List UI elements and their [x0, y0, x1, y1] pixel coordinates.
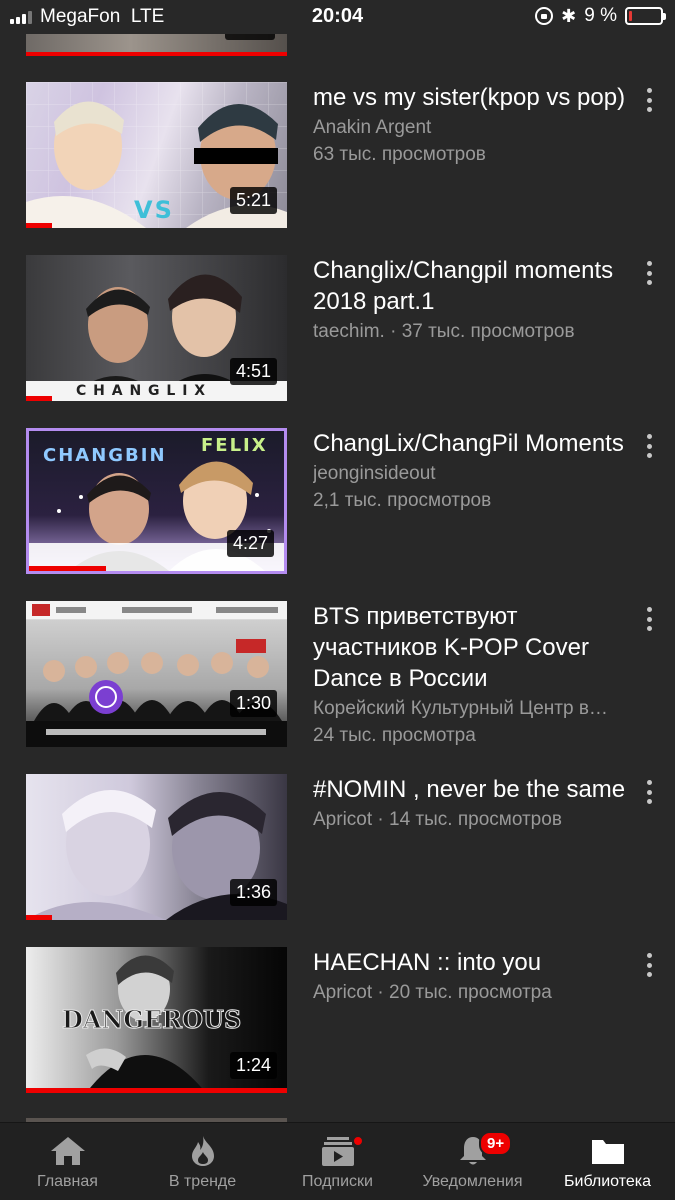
thumbnail-caption-right: FELIX: [201, 435, 268, 456]
video-item[interactable]: 1:30 BTS приветствуют участников K-POP C…: [0, 601, 675, 749]
battery-level: [629, 11, 632, 21]
video-thumbnail[interactable]: 1:36: [26, 774, 287, 920]
home-icon: [50, 1137, 85, 1165]
folder-icon: [591, 1140, 624, 1164]
watch-progress: [26, 52, 287, 56]
video-title[interactable]: me vs my sister(kpop vs pop): [313, 82, 643, 113]
network-type: LTE: [130, 6, 165, 27]
more-options-button[interactable]: [638, 605, 660, 633]
tab-home-label: Главная: [37, 1173, 98, 1190]
video-title[interactable]: #NOMIN , never be the same: [313, 774, 643, 805]
flame-icon: [191, 1136, 214, 1166]
video-title[interactable]: Changlix/Changpil moments 2018 part.1: [313, 255, 643, 317]
video-thumbnail[interactable]: VS 5:21: [26, 82, 287, 228]
thumbnail-caption: VS: [134, 196, 174, 224]
duration-badge: 1:36: [229, 879, 277, 906]
video-item[interactable]: CHANGBIN FELIX 4:27 ChangLix/ChangPil Mo…: [0, 428, 675, 576]
new-content-dot: [352, 1135, 364, 1147]
bottom-tab-bar: Главная В тренде Подписки 9+ Уведомления…: [0, 1122, 675, 1200]
signal-strength-icon: [10, 10, 32, 24]
video-thumbnail[interactable]: DANGEROUS 1:24: [26, 947, 287, 1093]
orientation-lock-icon: [535, 7, 554, 25]
battery-percent: 9 %: [584, 5, 617, 26]
view-count: 2,1 тыс. просмотров: [313, 490, 492, 511]
tab-subscriptions[interactable]: Подписки: [270, 1123, 405, 1200]
tab-trending[interactable]: В тренде: [135, 1123, 270, 1200]
tab-library[interactable]: Библиотека: [540, 1123, 675, 1200]
thumbnail-caption: C H A N G L I X: [76, 383, 207, 399]
video-feed[interactable]: VS 5:21 me vs my sister(kpop vs pop) Ana…: [0, 0, 675, 1122]
thumbnail-art: [26, 601, 287, 747]
subscriptions-icon: [321, 1137, 354, 1166]
duration-badge: 4:27: [226, 530, 274, 557]
tab-home[interactable]: Главная: [0, 1123, 135, 1200]
channel-name[interactable]: jeonginsideout: [313, 461, 643, 486]
video-title[interactable]: HAECHAN :: into you: [313, 947, 643, 978]
tab-subscriptions-label: Подписки: [302, 1173, 373, 1190]
video-title[interactable]: BTS приветствуют участников K-POP Cover …: [313, 601, 643, 694]
channel-and-views[interactable]: taechim. · 37 тыс. просмотров: [313, 319, 643, 344]
channel-name[interactable]: Корейский Культурный Центр в…: [313, 696, 643, 721]
thumbnail-caption: DANGEROUS: [61, 1005, 242, 1035]
video-thumbnail[interactable]: CHANGBIN FELIX 4:27: [26, 428, 287, 574]
more-options-button[interactable]: [638, 432, 660, 460]
view-count: 24 тыс. просмотра: [313, 725, 476, 746]
watch-progress: [26, 915, 53, 920]
video-thumbnail[interactable]: 1:30: [26, 601, 287, 747]
more-options-button[interactable]: [638, 259, 660, 287]
tab-notifications-label: Уведомления: [422, 1173, 523, 1190]
more-options-button[interactable]: [638, 951, 660, 979]
duration-badge: 1:30: [229, 690, 277, 717]
carrier-label: MegaFon: [40, 6, 121, 27]
tab-library-label: Библиотека: [564, 1173, 651, 1190]
duration-badge: 4:51: [229, 358, 277, 385]
status-bar: MegaFon LTE 20:04 ✱ 9 %: [0, 0, 675, 34]
thumbnail-caption-left: CHANGBIN: [43, 445, 167, 466]
watch-progress: [29, 566, 106, 571]
duration-badge: 1:24: [229, 1052, 277, 1079]
view-count: 63 тыс. просмотров: [313, 144, 486, 165]
bluetooth-icon: ✱: [561, 5, 577, 26]
watch-progress: [26, 223, 53, 228]
tab-notifications[interactable]: 9+ Уведомления: [405, 1123, 540, 1200]
watch-progress: [26, 1088, 287, 1093]
video-thumbnail[interactable]: C H A N G L I X 4:51: [26, 255, 287, 401]
video-item[interactable]: DANGEROUS 1:24 HAECHAN :: into you Apric…: [0, 947, 675, 1095]
channel-name[interactable]: Anakin Argent: [313, 115, 643, 140]
video-title[interactable]: ChangLix/ChangPil Moments: [313, 428, 643, 459]
video-item[interactable]: VS 5:21 me vs my sister(kpop vs pop) Ana…: [0, 82, 675, 230]
channel-and-views[interactable]: Apricot · 20 тыс. просмотра: [313, 980, 643, 1005]
carrier-name: MegaFon LTE: [40, 6, 164, 28]
tab-trending-label: В тренде: [168, 1173, 237, 1190]
watch-progress: [26, 396, 53, 401]
duration-badge: 5:21: [229, 187, 277, 214]
video-item[interactable]: 1:36 #NOMIN , never be the same Apricot …: [0, 774, 675, 922]
channel-and-views[interactable]: Apricot · 14 тыс. просмотров: [313, 807, 643, 832]
battery-icon: [625, 7, 666, 25]
more-options-button[interactable]: [638, 778, 660, 806]
more-options-button[interactable]: [638, 86, 660, 114]
video-item[interactable]: C H A N G L I X 4:51 Changlix/Changpil m…: [0, 255, 675, 403]
notifications-badge: 9+: [479, 1131, 513, 1156]
